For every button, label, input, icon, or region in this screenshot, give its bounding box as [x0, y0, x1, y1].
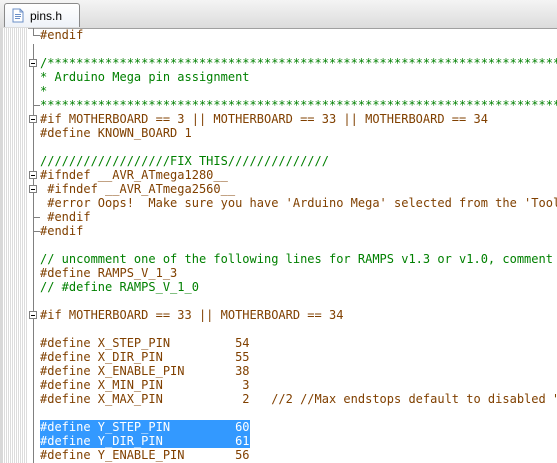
code-line-text: // uncomment one of the following lines …: [40, 252, 553, 266]
code-line-text: #error Oops! Make sure you have 'Arduino…: [47, 196, 557, 210]
code-line-text: //////////////////FIX THIS//////////////: [40, 154, 329, 168]
code-line: #ifndef __AVR_ATmega2560__: [29, 182, 557, 196]
code-line: #endif: [29, 28, 557, 42]
code-line-text: #define X_MAX_PIN 2 //2 //Max endstops d…: [40, 392, 557, 406]
code-line-text: #define KNOWN_BOARD 1: [40, 126, 192, 140]
code-line-selected: #define Y_STEP_PIN 60: [29, 420, 557, 434]
code-line: // uncomment one of the following lines …: [29, 252, 557, 266]
code-line-text: #define Y_DIR_PIN 61: [40, 434, 250, 448]
fold-toggle-icon[interactable]: [29, 115, 37, 123]
tab-pins-h[interactable]: pins.h: [4, 3, 80, 27]
fold-end-marker: [33, 210, 40, 218]
fold-toggle-icon[interactable]: [29, 59, 37, 67]
code-line-text: #define X_MIN_PIN 3: [40, 378, 250, 392]
fold-end-marker: [33, 224, 40, 232]
file-icon: [12, 8, 24, 23]
code-line: #error Oops! Make sure you have 'Arduino…: [29, 196, 557, 210]
code-line: #define Y_ENABLE_PIN 56: [29, 448, 557, 462]
code-line-text: #define X_DIR_PIN 55: [40, 350, 250, 364]
code-line: #endif: [29, 210, 557, 224]
code-line: // #define RAMPS_V_1_0: [29, 280, 557, 294]
code-line-text: * Arduino Mega pin assignment: [40, 70, 250, 84]
code-line-text: #endif: [40, 28, 84, 42]
code-line-text: #define Y_STEP_PIN 60: [40, 420, 250, 434]
fold-toggle-icon[interactable]: [29, 185, 37, 193]
code-line: #define X_DIR_PIN 55: [29, 350, 557, 364]
code-line: #define X_STEP_PIN 54: [29, 336, 557, 350]
code-line: #if MOTHERBOARD == 33 || MOTHERBOARD == …: [29, 308, 557, 322]
code-line: /***************************************…: [29, 56, 557, 70]
fold-toggle-icon[interactable]: [29, 171, 37, 179]
fold-end-marker: [33, 28, 40, 36]
code-line: * Arduino Mega pin assignment: [29, 70, 557, 84]
code-line-text: #if MOTHERBOARD == 3 || MOTHERBOARD == 3…: [40, 112, 488, 126]
code-line-selected: #define Y_DIR_PIN 61: [29, 434, 557, 448]
code-editor[interactable]: #endif /********************************…: [29, 28, 557, 463]
fold-end-marker: [33, 98, 40, 106]
code-line-text: #if MOTHERBOARD == 33 || MOTHERBOARD == …: [40, 308, 344, 322]
code-line: ****************************************…: [29, 98, 557, 112]
code-line-text: // #define RAMPS_V_1_0: [40, 280, 199, 294]
code-line-text: /***************************************…: [40, 56, 557, 70]
code-line: #ifndef __AVR_ATmega1280__: [29, 168, 557, 182]
code-line-text: #ifndef __AVR_ATmega2560__: [40, 182, 236, 196]
code-line-text: #endif: [40, 210, 91, 224]
code-line-text: *: [40, 84, 48, 98]
code-line: #define KNOWN_BOARD 1: [29, 126, 557, 140]
fold-margin[interactable]: [3, 28, 28, 463]
code-line: #define X_MAX_PIN 2 //2 //Max endstops d…: [29, 392, 557, 406]
tab-bar: pins.h: [0, 0, 557, 29]
code-line: #endif: [29, 224, 557, 238]
code-line-text: #define X_ENABLE_PIN 38: [40, 364, 250, 378]
code-line-text: #define Y_ENABLE_PIN 56: [40, 448, 250, 462]
code-line-text: #define X_STEP_PIN 54: [40, 336, 250, 350]
code-line: #define X_MIN_PIN 3: [29, 378, 557, 392]
code-line: #if MOTHERBOARD == 3 || MOTHERBOARD == 3…: [29, 112, 557, 126]
code-line: *: [29, 84, 557, 98]
code-line: //////////////////FIX THIS//////////////: [29, 154, 557, 168]
code-line: #define RAMPS_V_1_3: [29, 266, 557, 280]
code-line: #define X_ENABLE_PIN 38: [29, 364, 557, 378]
fold-toggle-icon[interactable]: [29, 311, 37, 319]
code-line-text: ****************************************…: [40, 98, 557, 112]
code-line-text: #endif: [40, 224, 84, 238]
tab-label: pins.h: [30, 9, 63, 23]
code-line-text: #ifndef __AVR_ATmega1280__: [40, 168, 228, 182]
code-line-text: #define RAMPS_V_1_3: [40, 266, 178, 280]
